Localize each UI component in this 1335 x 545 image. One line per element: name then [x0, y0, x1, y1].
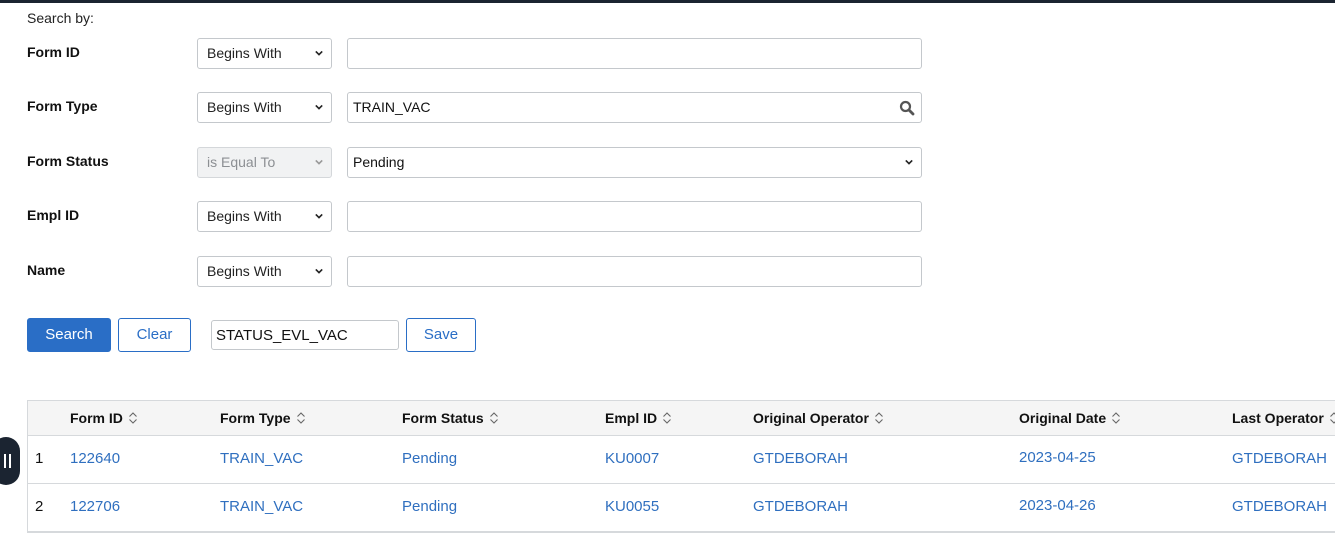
handle-bar: [9, 454, 11, 468]
top-bar: [0, 0, 1335, 3]
chevron-down-icon: [315, 50, 323, 56]
sort-arrows-icon: [129, 412, 137, 424]
chevron-down-icon: [315, 159, 323, 165]
column-header-original-operator[interactable]: Original Operator: [753, 410, 884, 426]
form-id-link[interactable]: 122706: [70, 498, 120, 515]
handle-bar: [4, 454, 6, 468]
form-type-label: Form Type: [27, 98, 98, 114]
column-header-label: Original Operator: [753, 410, 869, 426]
sort-arrows-icon: [875, 412, 883, 424]
empl-id-link[interactable]: KU0055: [605, 498, 659, 515]
sort-arrows-icon: [1329, 412, 1335, 424]
form-type-operator-select[interactable]: Begins With: [197, 92, 332, 123]
form-type-value: TRAIN_VAC: [353, 99, 431, 115]
column-header-label: Form ID: [70, 410, 123, 426]
name-label: Name: [27, 262, 66, 278]
table-row: 2 122706 TRAIN_VAC Pending KU0055 GTDEBO…: [28, 484, 1335, 532]
empl-id-input[interactable]: [347, 201, 922, 232]
last-operator-link[interactable]: GTDEBORAH: [1232, 498, 1327, 515]
form-id-link[interactable]: 122640: [70, 450, 120, 467]
form-id-input[interactable]: [347, 38, 922, 69]
chevron-down-icon: [315, 268, 323, 274]
saved-search-name-input[interactable]: STATUS_EVL_VAC: [211, 320, 399, 350]
column-header-label: Original Date: [1019, 410, 1107, 426]
column-header-label: Form Type: [220, 410, 291, 426]
name-operator-select[interactable]: Begins With: [197, 256, 332, 287]
form-status-dropdown[interactable]: Pending: [347, 147, 922, 178]
chevron-down-icon: [315, 104, 323, 110]
search-by-heading: Search by:: [27, 10, 94, 26]
empl-id-link[interactable]: KU0007: [605, 450, 659, 467]
column-header-label: Form Status: [402, 410, 484, 426]
column-header-original-date[interactable]: Original Date: [1019, 410, 1121, 426]
form-id-operator-value: Begins With: [207, 45, 282, 61]
form-id-label: Form ID: [27, 44, 80, 60]
search-button[interactable]: Search: [27, 318, 111, 352]
column-header-last-operator[interactable]: Last Operator: [1232, 410, 1335, 426]
row-number: 1: [35, 450, 44, 467]
column-header-empl-id[interactable]: Empl ID: [605, 410, 672, 426]
original-date-link[interactable]: 2023-04-26: [1019, 497, 1096, 514]
name-input[interactable]: [347, 256, 922, 287]
criteria-row-form-status: Form Status is Equal To Pending: [0, 147, 1000, 178]
form-type-operator-value: Begins With: [207, 99, 282, 115]
column-header-form-type[interactable]: Form Type: [220, 410, 306, 426]
grid-header: Form ID Form Type Form Status Empl ID Or…: [28, 401, 1335, 436]
chevron-down-icon: [905, 159, 913, 165]
form-id-operator-select[interactable]: Begins With: [197, 38, 332, 69]
original-operator-link[interactable]: GTDEBORAH: [753, 498, 848, 515]
form-status-operator-select: is Equal To: [197, 147, 332, 178]
empl-id-label: Empl ID: [27, 207, 80, 223]
clear-button[interactable]: Clear: [118, 318, 191, 352]
column-header-label: Empl ID: [605, 410, 658, 426]
form-status-link[interactable]: Pending: [402, 450, 457, 467]
name-operator-value: Begins With: [207, 263, 282, 279]
column-header-form-status[interactable]: Form Status: [402, 410, 499, 426]
last-operator-link[interactable]: GTDEBORAH: [1232, 450, 1327, 467]
row-number: 2: [35, 498, 44, 515]
results-grid: Form ID Form Type Form Status Empl ID Or…: [27, 400, 1335, 533]
table-row: 1 122640 TRAIN_VAC Pending KU0007 GTDEBO…: [28, 436, 1335, 484]
column-header-form-id[interactable]: Form ID: [70, 410, 138, 426]
saved-search-name-value: STATUS_EVL_VAC: [216, 327, 348, 344]
form-status-value: Pending: [353, 154, 405, 170]
sort-arrows-icon: [1112, 412, 1121, 424]
column-header-label: Last Operator: [1232, 410, 1324, 426]
original-date-link[interactable]: 2023-04-25: [1019, 449, 1096, 466]
sort-arrows-icon: [296, 412, 305, 424]
criteria-row-empl-id: Empl ID Begins With: [0, 201, 1000, 232]
form-type-link[interactable]: TRAIN_VAC: [220, 450, 303, 467]
form-type-link[interactable]: TRAIN_VAC: [220, 498, 303, 515]
drag-handle-icon[interactable]: [0, 437, 20, 485]
form-status-operator-value: is Equal To: [207, 154, 276, 170]
magnifier-icon[interactable]: [899, 100, 915, 116]
form-type-input[interactable]: TRAIN_VAC: [347, 92, 922, 123]
empl-id-operator-select[interactable]: Begins With: [197, 201, 332, 232]
chevron-down-icon: [315, 213, 323, 219]
criteria-row-form-type: Form Type Begins With TRAIN_VAC: [0, 92, 1000, 123]
sort-arrows-icon: [663, 412, 672, 424]
empl-id-operator-value: Begins With: [207, 208, 282, 224]
form-status-link[interactable]: Pending: [402, 498, 457, 515]
original-operator-link[interactable]: GTDEBORAH: [753, 450, 848, 467]
criteria-row-name: Name Begins With: [0, 256, 1000, 287]
save-search-button[interactable]: Save: [406, 318, 476, 352]
sort-arrows-icon: [489, 412, 498, 424]
criteria-row-form-id: Form ID Begins With: [0, 38, 1000, 69]
form-status-label: Form Status: [27, 153, 109, 169]
